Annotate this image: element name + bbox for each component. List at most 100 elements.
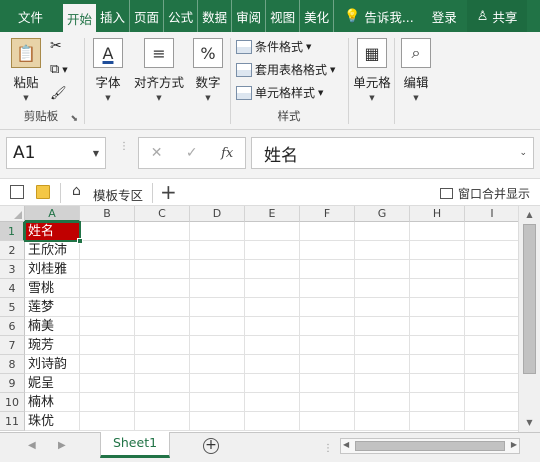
folder-icon[interactable]	[36, 185, 50, 199]
tab-data[interactable]: 数据	[198, 0, 233, 32]
insert-function-icon[interactable]: fx	[221, 146, 233, 161]
row-header[interactable]: 10	[0, 393, 25, 412]
row-header[interactable]: 1	[0, 222, 25, 241]
cell-a1[interactable]: 姓名	[25, 222, 80, 241]
cell-c2[interactable]	[135, 241, 190, 260]
font-button[interactable]: A 字体 ▼	[88, 36, 128, 102]
cell-c11[interactable]	[135, 412, 190, 431]
cell-d3[interactable]	[190, 260, 245, 279]
column-header[interactable]: I	[465, 206, 518, 222]
cell-b3[interactable]	[80, 260, 135, 279]
cell-i10[interactable]	[465, 393, 518, 412]
tell-me-search[interactable]: 💡 告诉我...	[334, 0, 418, 32]
cell-h10[interactable]	[410, 393, 465, 412]
cell-b4[interactable]	[80, 279, 135, 298]
cell-d10[interactable]	[190, 393, 245, 412]
next-sheet-icon[interactable]: ▶	[58, 440, 66, 451]
cell-g11[interactable]	[355, 412, 410, 431]
editing-button[interactable]: ⌕ 编辑 ▼	[396, 36, 436, 102]
tab-view[interactable]: 视图	[266, 0, 301, 32]
cell-h9[interactable]	[410, 374, 465, 393]
cell-e1[interactable]	[245, 222, 300, 241]
cell-f4[interactable]	[300, 279, 355, 298]
cell-a11[interactable]: 珠优	[25, 412, 80, 431]
cell-h2[interactable]	[410, 241, 465, 260]
cell-e4[interactable]	[245, 279, 300, 298]
cell-a10[interactable]: 楠林	[25, 393, 80, 412]
column-header[interactable]: H	[410, 206, 465, 222]
enter-icon[interactable]: ✓	[186, 145, 198, 161]
row-header[interactable]: 4	[0, 279, 25, 298]
cell-g6[interactable]	[355, 317, 410, 336]
column-header[interactable]: G	[355, 206, 410, 222]
column-header[interactable]: D	[190, 206, 245, 222]
cell-g9[interactable]	[355, 374, 410, 393]
chevron-down-icon[interactable]: ⌄	[519, 148, 527, 158]
cell-f2[interactable]	[300, 241, 355, 260]
cell-d6[interactable]	[190, 317, 245, 336]
share-button[interactable]: ♙ 共享	[466, 0, 528, 32]
tab-page-layout[interactable]: 页面	[130, 0, 165, 32]
tab-file[interactable]: 文件	[0, 0, 63, 32]
column-header[interactable]: E	[245, 206, 300, 222]
cell-b8[interactable]	[80, 355, 135, 374]
scroll-left-icon[interactable]: ◀	[343, 440, 349, 449]
row-header[interactable]: 5	[0, 298, 25, 317]
cell-d2[interactable]	[190, 241, 245, 260]
cell-g4[interactable]	[355, 279, 410, 298]
cell-e10[interactable]	[245, 393, 300, 412]
copy-button[interactable]: ⧉ ▼	[50, 62, 68, 77]
row-header[interactable]: 9	[0, 374, 25, 393]
cell-e8[interactable]	[245, 355, 300, 374]
cell-e5[interactable]	[245, 298, 300, 317]
add-sheet-button[interactable]: +	[203, 438, 219, 454]
dialog-launcher-icon[interactable]: ⬊	[70, 114, 78, 124]
cell-b2[interactable]	[80, 241, 135, 260]
formula-input[interactable]: 姓名 ⌄	[251, 137, 534, 169]
cell-d5[interactable]	[190, 298, 245, 317]
vertical-scroll-thumb[interactable]	[523, 224, 536, 374]
cell-b9[interactable]	[80, 374, 135, 393]
cells-button[interactable]: ▦ 单元格 ▼	[352, 36, 392, 102]
cell-e2[interactable]	[245, 241, 300, 260]
cell-f5[interactable]	[300, 298, 355, 317]
cell-d8[interactable]	[190, 355, 245, 374]
cell-e6[interactable]	[245, 317, 300, 336]
cell-c5[interactable]	[135, 298, 190, 317]
row-header[interactable]: 11	[0, 412, 25, 431]
cell-style-button[interactable]: 单元格样式 ▼	[236, 84, 323, 101]
home-icon[interactable]: ⌂	[72, 183, 81, 199]
cell-d1[interactable]	[190, 222, 245, 241]
cell-f3[interactable]	[300, 260, 355, 279]
tab-formulas[interactable]: 公式	[164, 0, 199, 32]
cell-a2[interactable]: 王欣沛	[25, 241, 80, 260]
cell-i9[interactable]	[465, 374, 518, 393]
new-document-icon[interactable]	[10, 185, 24, 199]
cell-i7[interactable]	[465, 336, 518, 355]
column-header[interactable]: A	[25, 206, 80, 222]
cell-e3[interactable]	[245, 260, 300, 279]
vertical-scrollbar[interactable]: ▲ ▼	[518, 206, 540, 432]
cell-f8[interactable]	[300, 355, 355, 374]
cell-a3[interactable]: 刘桂雅	[25, 260, 80, 279]
horizontal-scrollbar[interactable]: ◀ ▶	[340, 438, 520, 454]
row-header[interactable]: 3	[0, 260, 25, 279]
fill-handle[interactable]	[77, 238, 83, 244]
tab-split-grip[interactable]: ⋮	[323, 443, 334, 454]
cell-g10[interactable]	[355, 393, 410, 412]
table-format-button[interactable]: 套用表格格式 ▼	[236, 61, 335, 78]
new-tab-button[interactable]: +	[160, 180, 177, 204]
cut-button[interactable]: ✂	[50, 38, 62, 54]
cell-f7[interactable]	[300, 336, 355, 355]
cell-a5[interactable]: 莲梦	[25, 298, 80, 317]
tab-home[interactable]: 开始	[63, 4, 97, 32]
cell-c8[interactable]	[135, 355, 190, 374]
column-header[interactable]: C	[135, 206, 190, 222]
cell-i2[interactable]	[465, 241, 518, 260]
cell-g3[interactable]	[355, 260, 410, 279]
template-zone-tab[interactable]: 模板专区	[93, 185, 143, 204]
cell-f10[interactable]	[300, 393, 355, 412]
cell-c1[interactable]	[135, 222, 190, 241]
cell-i6[interactable]	[465, 317, 518, 336]
cell-d7[interactable]	[190, 336, 245, 355]
